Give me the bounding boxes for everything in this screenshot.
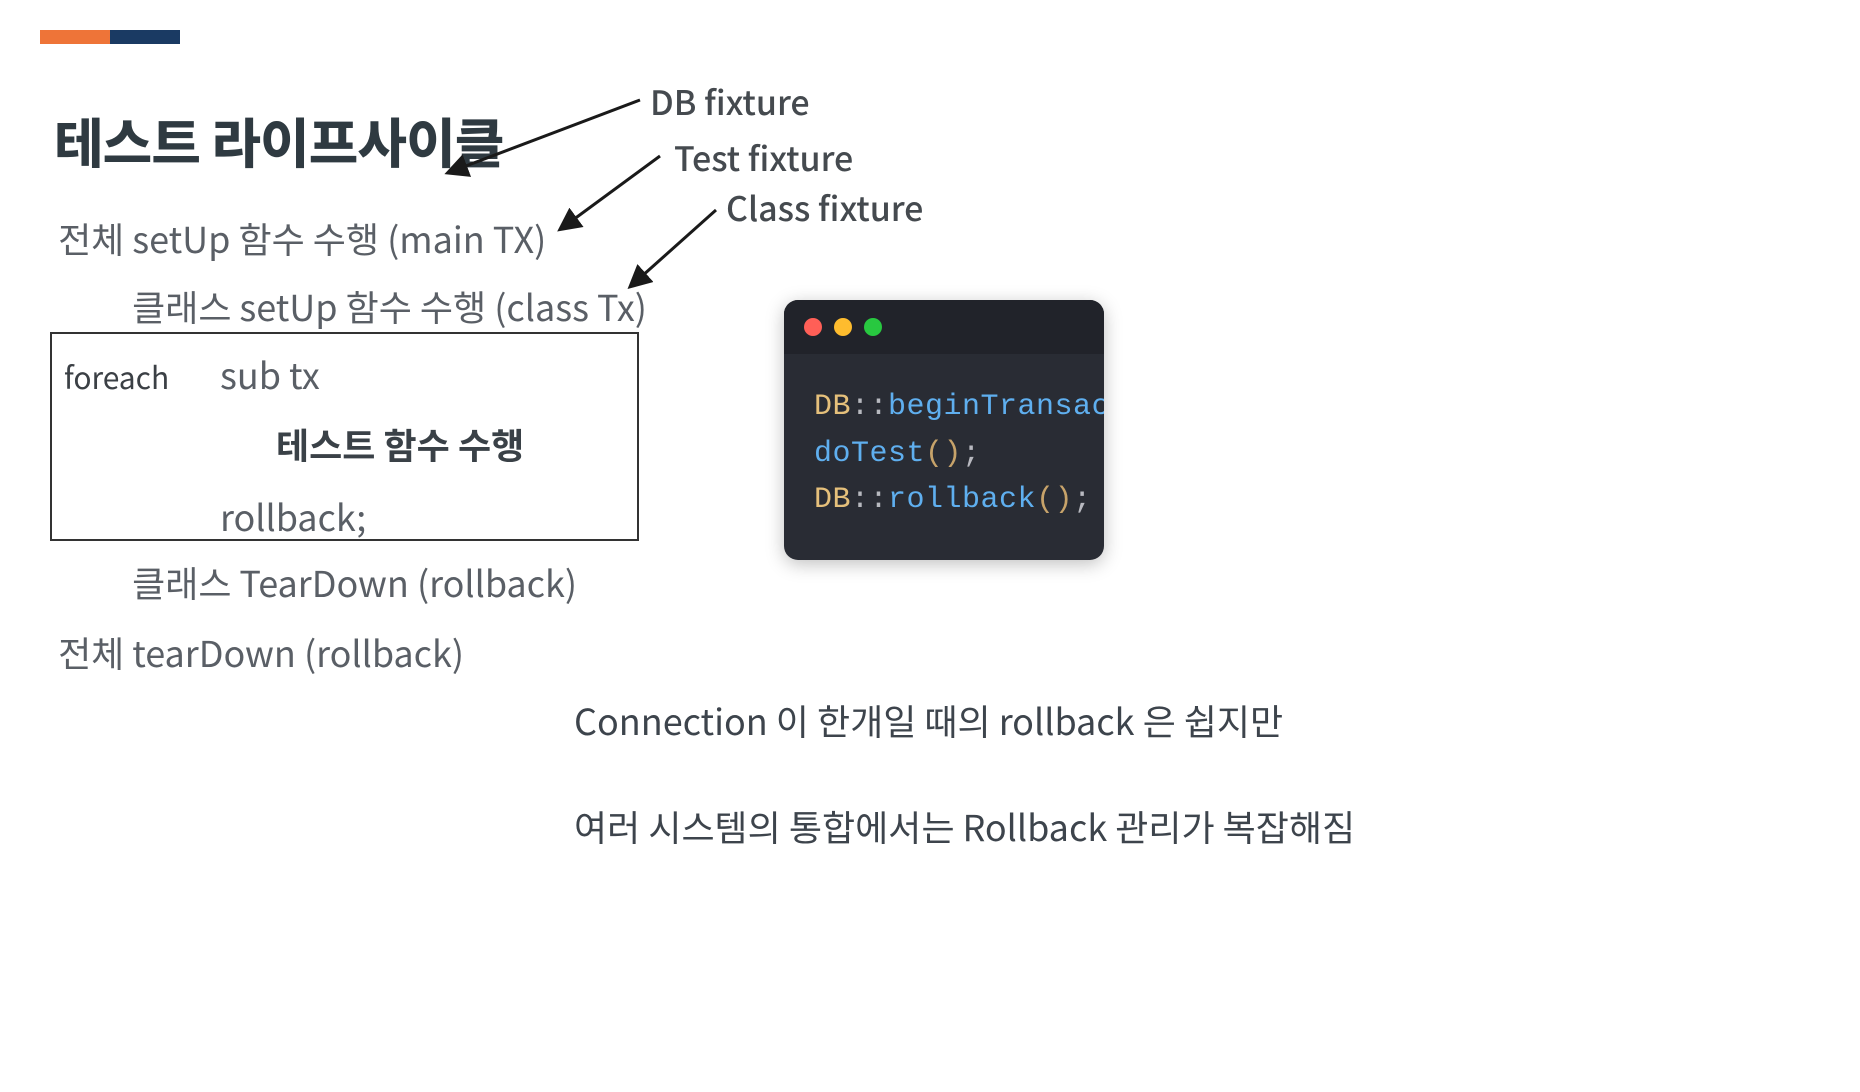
foreach-label: foreach: [64, 354, 169, 398]
note-2: 여러 시스템의 통합에서는 Rollback 관리가 복잡해짐: [574, 800, 1355, 852]
code-semi-2: ;: [962, 437, 981, 471]
arrow-test-fixture: [562, 156, 660, 228]
code-paren-2o: (: [925, 437, 944, 471]
code-fn-1: beginTransaction: [888, 390, 1104, 424]
code-op-1: ::: [851, 390, 888, 424]
code-paren-3c: ): [1055, 483, 1074, 517]
class-teardown-step: 클래스 TearDown (rollback): [132, 556, 577, 608]
code-fn-3: rollback: [888, 483, 1036, 517]
close-icon: [804, 318, 822, 336]
note-1: Connection 이 한개일 때의 rollback 은 쉽지만: [574, 694, 1283, 746]
global-teardown-step: 전체 tearDown (rollback): [58, 626, 464, 678]
code-body: DB::beginTransaction(); doTest(); DB::ro…: [784, 354, 1104, 560]
code-fn-2: doTest: [814, 437, 925, 471]
code-db-3: DB: [814, 483, 851, 517]
class-fixture-label: Class fixture: [726, 182, 923, 231]
arrow-class-fixture: [632, 210, 716, 285]
code-titlebar: [784, 300, 1104, 354]
sub-tx-step: sub tx: [220, 348, 320, 400]
code-semi-3: ;: [1073, 483, 1092, 517]
rollback-step: rollback;: [220, 490, 366, 542]
code-window: DB::beginTransaction(); doTest(); DB::ro…: [784, 300, 1104, 560]
test-exec-step: 테스트 함수 수행: [276, 418, 524, 470]
page-title: 테스트 라이프사이클: [54, 100, 503, 179]
test-fixture-label: Test fixture: [674, 132, 853, 181]
class-setup-step: 클래스 setUp 함수 수행 (class Tx): [132, 280, 647, 332]
code-paren-2c: ): [944, 437, 963, 471]
accent-orange: [40, 30, 110, 44]
minimize-icon: [834, 318, 852, 336]
code-op-3: ::: [851, 483, 888, 517]
accent-bar: [40, 30, 180, 44]
zoom-icon: [864, 318, 882, 336]
code-paren-3o: (: [1036, 483, 1055, 517]
global-setup-step: 전체 setUp 함수 수행 (main TX): [58, 212, 546, 264]
db-fixture-label: DB fixture: [650, 76, 810, 125]
code-db-1: DB: [814, 390, 851, 424]
accent-navy: [110, 30, 180, 44]
